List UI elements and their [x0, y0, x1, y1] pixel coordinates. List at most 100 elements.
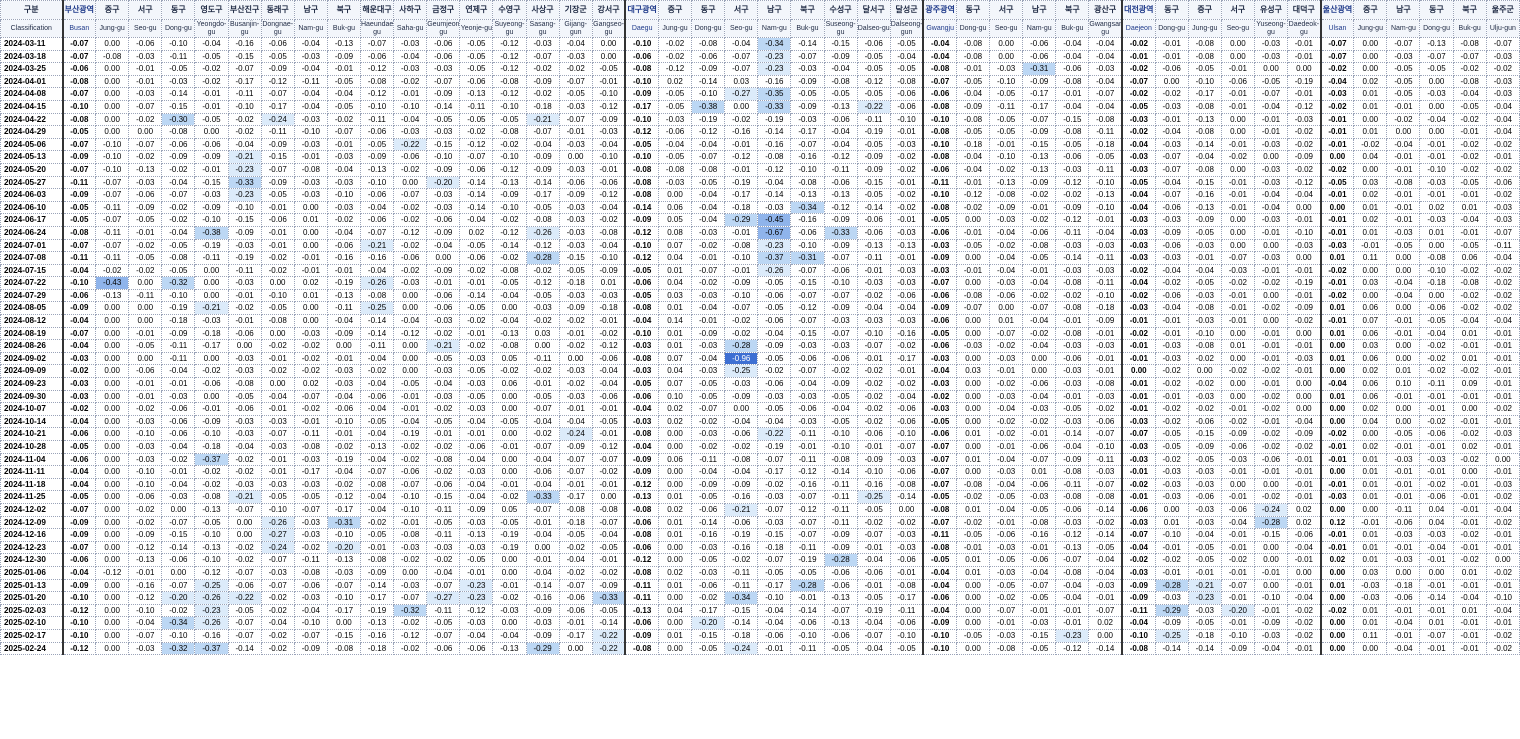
- value-cell: -0.03: [128, 440, 163, 454]
- value-cell: -0.31: [326, 515, 361, 530]
- value-cell: 0.01: [657, 326, 693, 341]
- value-cell: -0.02: [293, 402, 328, 416]
- value-cell: -0.19: [1287, 276, 1322, 290]
- value-cell: -0.06: [359, 188, 395, 202]
- value-cell: -0.01: [260, 351, 295, 366]
- value-cell: -0.04: [61, 465, 97, 479]
- value-cell: -0.03: [1253, 162, 1289, 177]
- value-cell: -0.02: [591, 465, 626, 479]
- value-cell: -0.24: [558, 427, 593, 441]
- value-cell: 0.00: [724, 402, 759, 416]
- value-cell: -0.12: [591, 188, 626, 202]
- value-cell: 0.00: [955, 213, 991, 227]
- value-cell: -0.10: [591, 251, 626, 265]
- value-cell: -0.01: [161, 465, 196, 479]
- value-cell: -0.06: [61, 62, 97, 76]
- value-cell: -0.02: [558, 540, 593, 555]
- value-cell: -0.26: [194, 616, 229, 630]
- value-cell: 0.12: [1319, 515, 1355, 530]
- value-cell: -0.04: [1154, 175, 1189, 190]
- value-cell: -0.01: [1319, 137, 1355, 152]
- value-cell: -0.01: [1485, 440, 1520, 454]
- value-cell: -0.13: [856, 238, 891, 253]
- value-cell: -0.02: [459, 339, 494, 353]
- value-cell: -0.10: [492, 99, 527, 114]
- value-cell: -0.04: [624, 314, 659, 328]
- value-cell: -0.10: [194, 553, 229, 567]
- value-cell: -0.03: [823, 314, 858, 328]
- value-cell: -0.15: [757, 528, 792, 542]
- value-cell: -0.11: [293, 427, 328, 441]
- value-cell: -0.04: [393, 414, 428, 429]
- value-cell: -0.08: [922, 200, 957, 215]
- value-cell: -0.03: [326, 150, 361, 164]
- value-cell: -0.01: [691, 314, 726, 328]
- value-cell: -0.02: [989, 591, 1024, 605]
- value-cell: -0.01: [1055, 616, 1090, 630]
- value-cell: -0.03: [889, 528, 924, 542]
- value-cell: -0.08: [922, 125, 957, 139]
- value-cell: -0.02: [227, 112, 262, 127]
- value-cell: -0.26: [194, 591, 229, 605]
- value-cell: -0.09: [128, 200, 163, 215]
- value-cell: -0.04: [525, 477, 560, 492]
- value-cell: -0.02: [989, 377, 1024, 391]
- value-cell: -0.10: [95, 137, 130, 152]
- value-cell: -0.01: [227, 314, 262, 328]
- value-cell: -0.08: [889, 578, 924, 593]
- value-cell: -0.12: [624, 251, 659, 265]
- value-cell: 0.00: [326, 339, 361, 353]
- table-row: 2024-09-09 -0.02 0.00 -0.06 -0.04 -0.02 -0.03-…: [0, 364, 1520, 379]
- value-cell: -0.14: [1055, 427, 1090, 441]
- value-cell: -0.12: [459, 603, 494, 618]
- value-cell: -0.05: [922, 414, 957, 429]
- value-cell: -0.05: [492, 112, 527, 127]
- value-cell: -0.01: [1386, 490, 1421, 504]
- value-cell: -0.01: [194, 99, 229, 114]
- value-cell: -0.03: [1386, 452, 1421, 467]
- value-cell: -0.04: [1154, 301, 1189, 316]
- value-cell: -0.11: [790, 641, 825, 656]
- value-cell: -0.05: [1419, 314, 1454, 328]
- value-cell: -0.05: [691, 389, 726, 404]
- value-cell: -0.10: [293, 125, 328, 139]
- value-cell: -0.06: [922, 427, 957, 441]
- value-cell: -0.05: [691, 175, 726, 190]
- value-cell: -0.03: [1353, 578, 1388, 593]
- value-cell: -0.10: [227, 99, 262, 114]
- column-header-ko: 기장군: [558, 0, 593, 20]
- value-cell: -0.17: [724, 188, 759, 202]
- value-cell: -0.01: [1220, 490, 1255, 504]
- value-cell: -0.09: [823, 213, 858, 227]
- value-cell: 0.05: [492, 351, 527, 366]
- value-cell: -0.23: [194, 603, 229, 618]
- value-cell: -0.04: [691, 351, 726, 366]
- value-cell: -0.34: [757, 37, 792, 51]
- value-cell: -0.04: [359, 377, 395, 391]
- value-cell: 0.00: [1386, 301, 1421, 316]
- value-cell: -0.03: [724, 377, 759, 391]
- value-cell: -0.09: [1055, 452, 1090, 467]
- value-cell: -0.06: [326, 238, 361, 253]
- value-cell: -0.07: [691, 263, 726, 278]
- value-cell: -0.03: [459, 402, 494, 416]
- value-cell: -0.09: [525, 162, 560, 177]
- value-cell: -0.01: [1287, 553, 1322, 567]
- value-cell: -0.02: [260, 339, 295, 353]
- value-cell: -0.07: [393, 591, 428, 605]
- value-cell: -0.09: [326, 49, 361, 64]
- value-cell: -0.06: [823, 263, 858, 278]
- value-cell: -0.16: [1187, 188, 1222, 202]
- value-cell: -0.05: [1452, 175, 1487, 190]
- value-cell: 0.02: [1287, 515, 1322, 530]
- value-cell: -0.02: [1022, 288, 1057, 303]
- value-cell: -0.11: [790, 452, 825, 467]
- value-cell: 0.00: [95, 465, 130, 479]
- value-cell: -0.10: [260, 288, 295, 303]
- value-cell: -0.14: [161, 540, 196, 555]
- value-cell: -0.10: [624, 326, 659, 341]
- value-cell: -0.04: [624, 440, 659, 454]
- value-cell: -0.07: [856, 628, 891, 643]
- value-cell: -0.01: [1386, 326, 1421, 341]
- value-cell: 0.00: [260, 326, 295, 341]
